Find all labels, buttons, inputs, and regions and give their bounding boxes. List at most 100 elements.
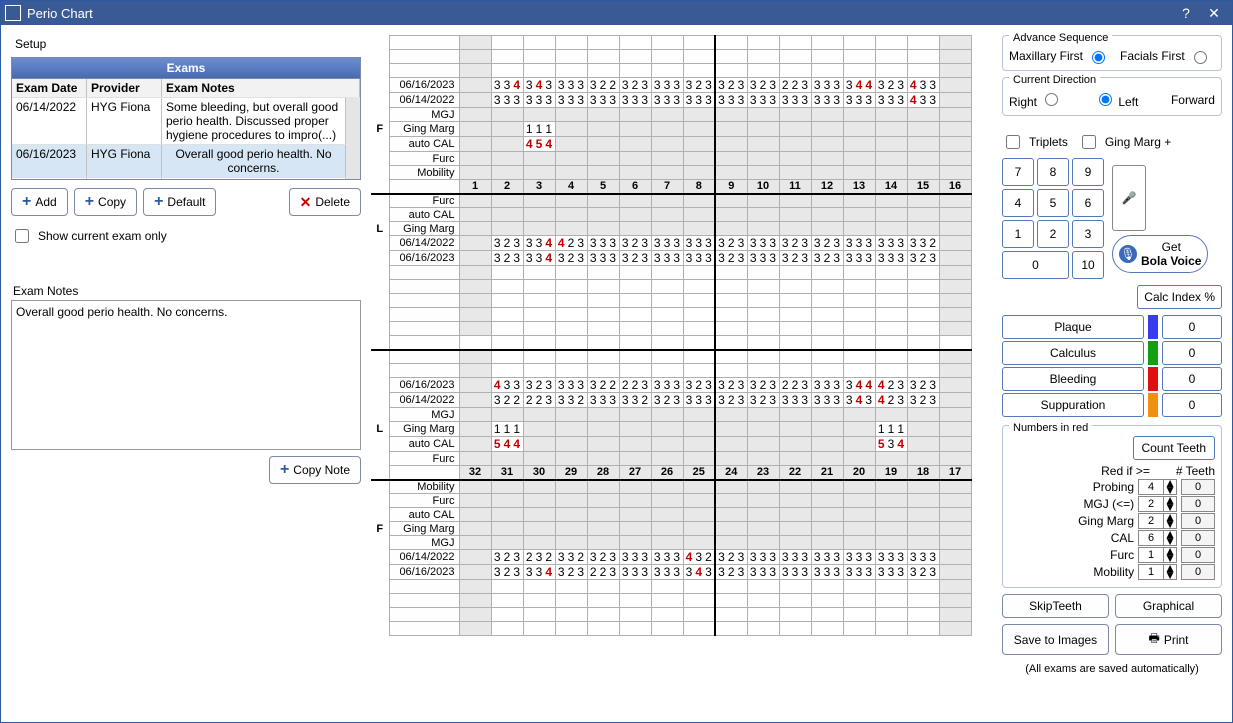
perio-cell[interactable] [715,122,747,137]
perio-cell[interactable] [747,208,779,222]
perio-cell[interactable] [811,480,843,494]
perio-cell[interactable]: 3 3 3 [811,78,843,93]
perio-cell[interactable]: 3 2 3 [619,78,651,93]
perio-cell[interactable]: 3 2 3 [555,565,587,580]
perio-cell[interactable] [555,422,587,437]
perio-cell[interactable] [779,536,811,550]
perio-cell[interactable] [491,222,523,236]
perio-cell[interactable] [683,408,715,422]
perio-cell[interactable]: 3 3 3 [779,393,811,408]
numpad-8[interactable]: 8 [1037,158,1069,186]
perio-cell[interactable] [491,522,523,536]
numpad-10[interactable]: 10 [1072,251,1104,279]
perio-cell[interactable] [715,422,747,437]
copy-button[interactable]: +Copy [74,188,137,216]
perio-cell[interactable]: 3 2 3 [907,565,939,580]
perio-cell[interactable] [555,480,587,494]
perio-cell[interactable]: 3 4 4 [843,378,875,393]
col-exam-date[interactable]: Exam Date [12,79,87,97]
perio-cell[interactable]: 1 1 1 [523,122,555,137]
perio-cell[interactable] [651,122,683,137]
perio-cell[interactable]: 3 2 3 [683,78,715,93]
perio-cell[interactable] [747,122,779,137]
facials-first-radio[interactable] [1194,51,1207,64]
perio-cell[interactable] [939,378,971,393]
perio-cell[interactable]: 3 2 3 [811,236,843,251]
perio-cell[interactable] [715,152,747,166]
perio-cell[interactable] [651,166,683,180]
perio-cell[interactable] [523,422,555,437]
direction-left-radio[interactable] [1099,93,1112,106]
perio-cell[interactable]: 3 2 3 [651,393,683,408]
perio-cell[interactable] [491,108,523,122]
perio-cell[interactable] [459,378,491,393]
perio-cell[interactable] [907,452,939,466]
perio-cell[interactable] [747,536,779,550]
perio-cell[interactable] [907,494,939,508]
perio-cell[interactable]: 3 3 3 [651,78,683,93]
perio-cell[interactable] [875,137,907,152]
perio-cell[interactable] [747,422,779,437]
perio-cell[interactable] [939,393,971,408]
perio-cell[interactable] [459,480,491,494]
perio-cell[interactable] [811,508,843,522]
perio-cell[interactable] [523,222,555,236]
perio-cell[interactable] [459,78,491,93]
index-plaque-button[interactable]: Plaque [1002,315,1144,339]
perio-cell[interactable] [939,494,971,508]
perio-cell[interactable] [619,152,651,166]
perio-cell[interactable]: 3 2 3 [715,78,747,93]
perio-cell[interactable] [843,166,875,180]
perio-cell[interactable]: 3 2 3 [491,236,523,251]
perio-cell[interactable] [715,536,747,550]
perio-cell[interactable]: 3 2 3 [491,251,523,266]
perio-cell[interactable] [491,480,523,494]
perio-cell[interactable] [651,408,683,422]
perio-cell[interactable]: 3 2 3 [779,251,811,266]
perio-cell[interactable] [747,508,779,522]
perio-cell[interactable] [619,222,651,236]
perio-cell[interactable] [459,251,491,266]
perio-cell[interactable] [491,194,523,208]
perio-cell[interactable]: 3 2 3 [747,393,779,408]
perio-cell[interactable] [779,422,811,437]
perio-cell[interactable]: 3 2 3 [491,550,523,565]
perio-cell[interactable] [843,108,875,122]
perio-cell[interactable]: 3 3 3 [747,93,779,108]
redif-CAL[interactable] [1138,530,1164,546]
triplets-checkbox[interactable]: Triplets [1002,132,1068,152]
perio-cell[interactable] [459,437,491,452]
perio-cell[interactable] [779,508,811,522]
perio-cell[interactable] [491,508,523,522]
perio-cell[interactable] [555,166,587,180]
perio-cell[interactable] [715,208,747,222]
perio-cell[interactable] [811,452,843,466]
perio-cell[interactable]: 3 3 3 [651,236,683,251]
perio-cell[interactable] [715,508,747,522]
col-provider[interactable]: Provider [87,79,162,97]
perio-cell[interactable] [843,536,875,550]
perio-cell[interactable]: 3 2 3 [907,378,939,393]
perio-cell[interactable] [747,408,779,422]
perio-cell[interactable] [459,408,491,422]
perio-cell[interactable] [555,194,587,208]
perio-cell[interactable]: 3 2 3 [555,251,587,266]
perio-cell[interactable] [843,152,875,166]
perio-cell[interactable] [587,108,619,122]
perio-cell[interactable] [523,152,555,166]
perio-cell[interactable]: 2 2 3 [779,378,811,393]
perio-cell[interactable]: 3 3 3 [683,251,715,266]
perio-cell[interactable] [651,208,683,222]
perio-cell[interactable]: 3 3 3 [747,565,779,580]
gingmarg-plus-checkbox[interactable]: Ging Marg + [1078,132,1171,152]
perio-cell[interactable] [587,122,619,137]
perio-cell[interactable]: 3 3 3 [683,93,715,108]
perio-cell[interactable] [459,536,491,550]
perio-cell[interactable] [459,494,491,508]
perio-cell[interactable]: 3 3 3 [811,550,843,565]
perio-cell[interactable] [715,137,747,152]
perio-cell[interactable] [587,194,619,208]
perio-cell[interactable]: 3 4 3 [523,78,555,93]
perio-cell[interactable] [491,452,523,466]
perio-cell[interactable]: 3 3 3 [811,378,843,393]
